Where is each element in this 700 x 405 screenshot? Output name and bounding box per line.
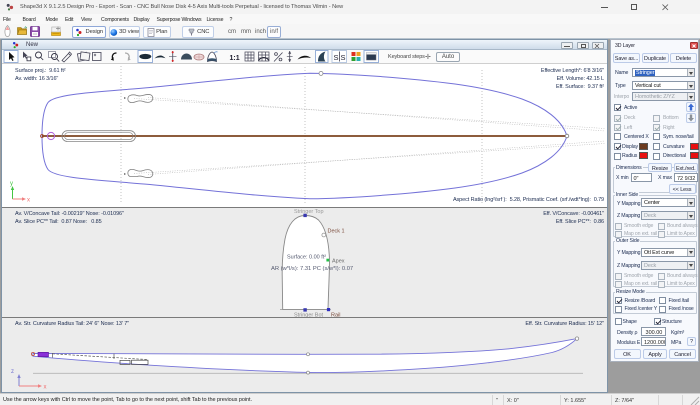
svg-text:x: x bbox=[44, 385, 47, 391]
svg-text:Stringer Top: Stringer Top bbox=[294, 209, 324, 215]
svg-text:Surface: 0.00 ft²: Surface: 0.00 ft² bbox=[287, 255, 326, 261]
svg-text:Apex: Apex bbox=[332, 259, 345, 265]
svg-text:1:1: 1:1 bbox=[230, 55, 240, 62]
svg-text:z: z bbox=[11, 369, 14, 375]
svg-text:x: x bbox=[27, 198, 30, 204]
svg-text:S: S bbox=[334, 53, 339, 62]
svg-text:y: y bbox=[10, 181, 13, 187]
svg-text:AR (w*l/s): 7.31 PC (s/w*l): 0: AR (w*l/s): 7.31 PC (s/w*l): 0.07 bbox=[271, 266, 353, 272]
svg-text:Deck 1: Deck 1 bbox=[328, 229, 345, 235]
svg-text:S: S bbox=[341, 53, 346, 62]
